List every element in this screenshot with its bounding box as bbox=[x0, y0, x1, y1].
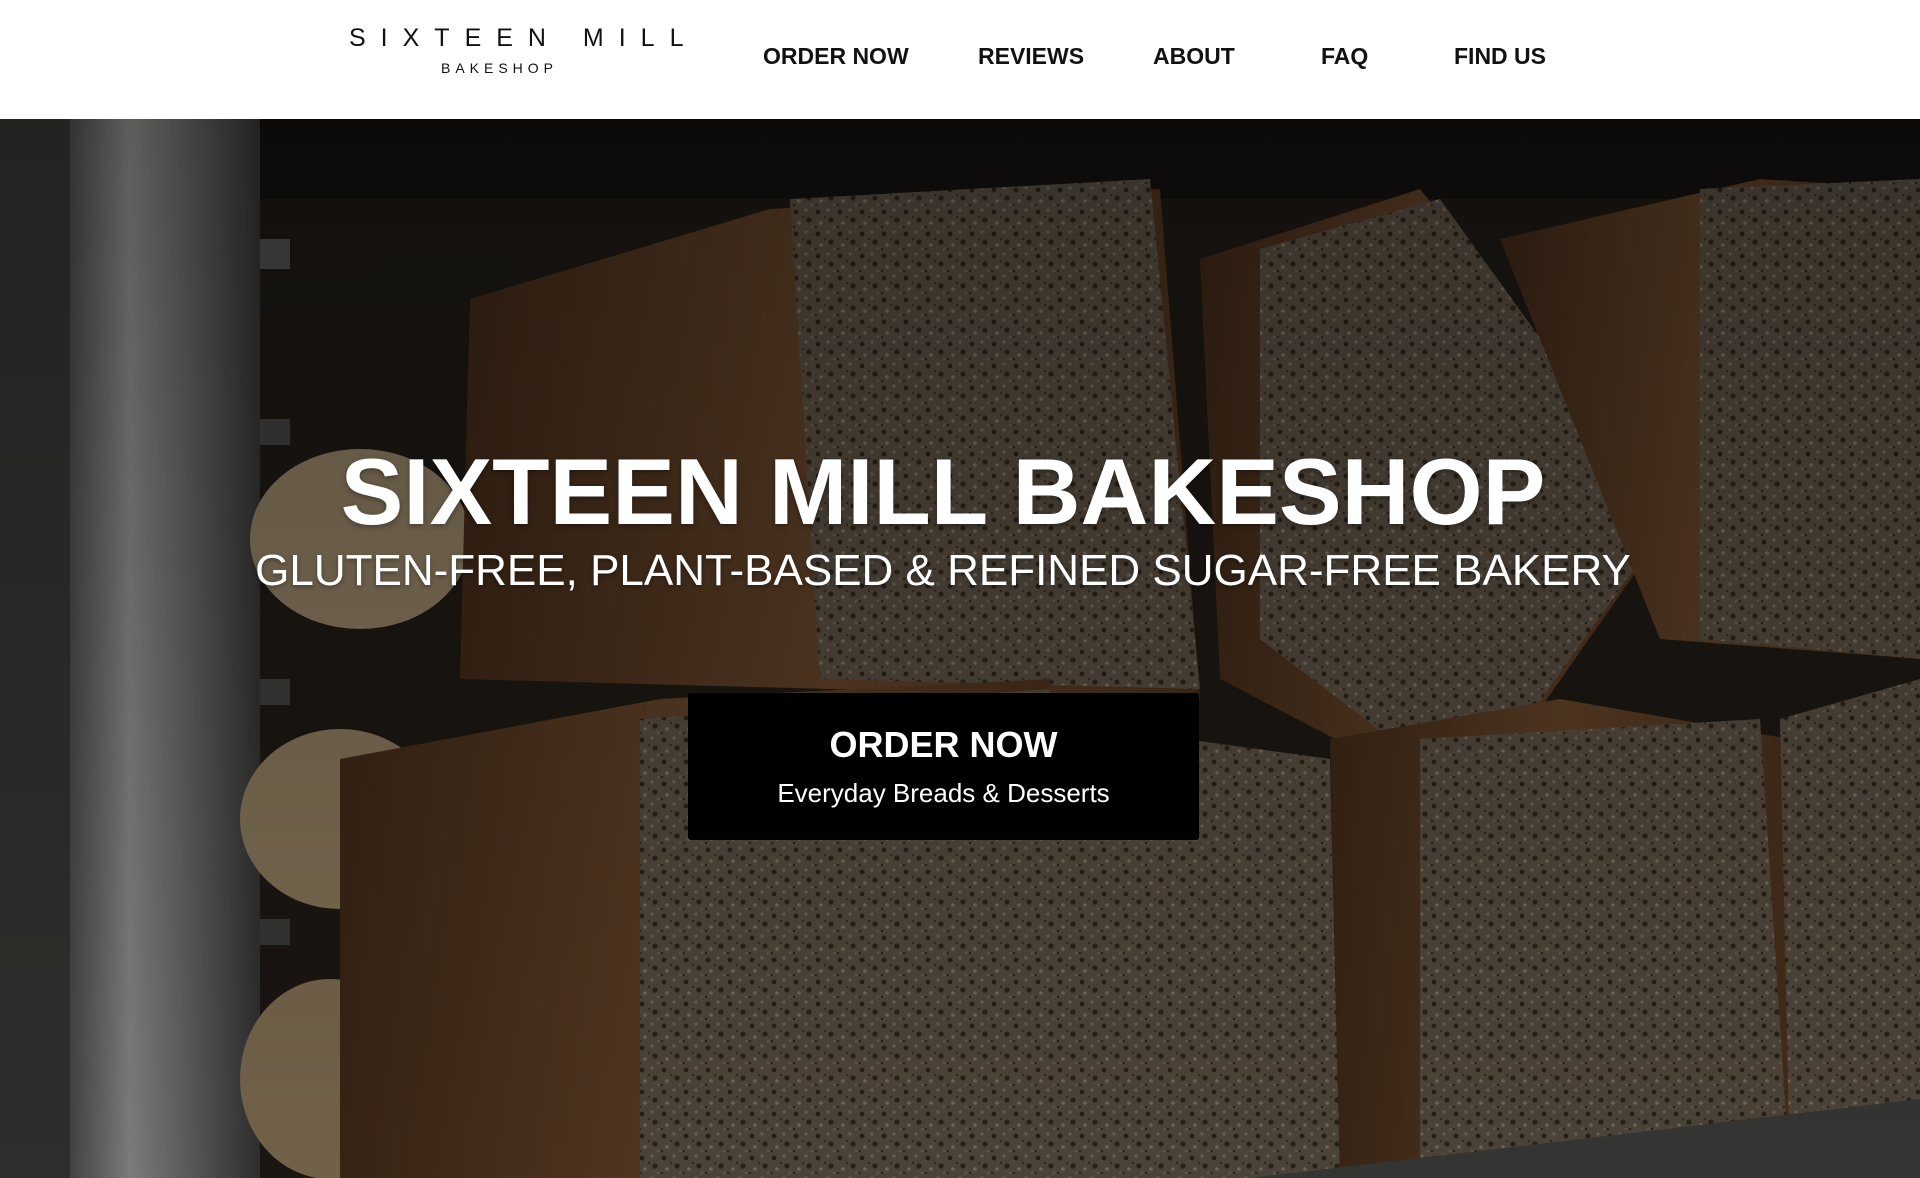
order-now-button[interactable]: ORDER NOW Everyday Breads & Desserts bbox=[688, 693, 1199, 840]
order-now-button-sublabel: Everyday Breads & Desserts bbox=[777, 778, 1110, 808]
hero-overlay bbox=[0, 119, 1920, 1178]
hero-banner: SIXTEEN MILL BAKESHOP GLUTEN-FREE, PLANT… bbox=[0, 119, 1920, 1178]
logo-wordmark: SIXTEEN MILL bbox=[349, 24, 699, 52]
hero-title: SIXTEEN MILL BAKESHOP bbox=[340, 439, 1546, 544]
logo-tagline: BAKESHOP bbox=[440, 60, 559, 76]
nav-link-find-us[interactable]: FIND US bbox=[1454, 42, 1546, 70]
nav-link-reviews[interactable]: REVIEWS bbox=[978, 42, 1084, 70]
nav-link-about[interactable]: ABOUT bbox=[1153, 42, 1235, 70]
nav-link-faq[interactable]: FAQ bbox=[1321, 42, 1368, 70]
hero-subtitle: GLUTEN-FREE, PLANT-BASED & REFINED SUGAR… bbox=[255, 546, 1631, 595]
order-now-button-label: ORDER NOW bbox=[829, 724, 1058, 765]
brand-logo[interactable]: SIXTEEN MILL BAKESHOP bbox=[334, 24, 699, 80]
nav-link-order-now[interactable]: ORDER NOW bbox=[763, 42, 909, 70]
site-header: SIXTEEN MILL BAKESHOP ORDER NOW REVIEWS … bbox=[0, 0, 1920, 119]
